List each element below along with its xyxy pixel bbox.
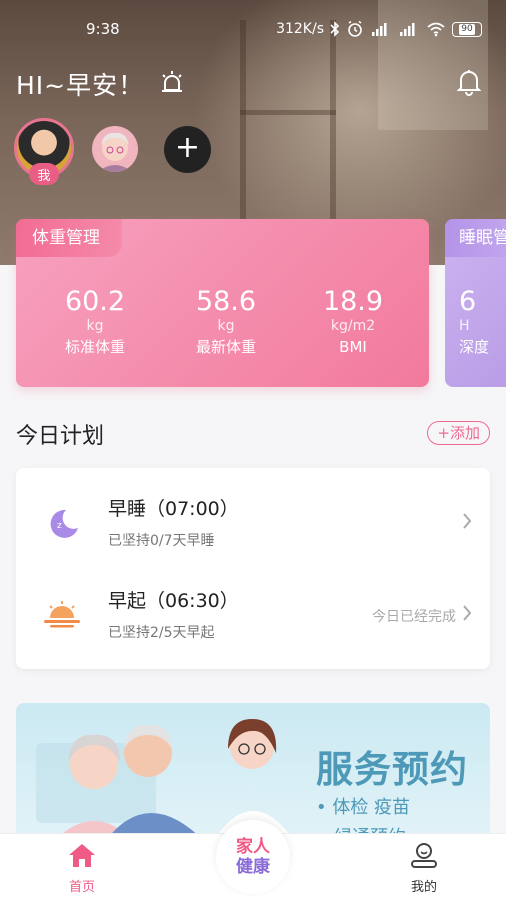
banner-title: 服务预约 (316, 748, 468, 791)
metric-bmi: 18.9 kg/m2 BMI (298, 287, 408, 359)
me-badge: 我 (29, 163, 59, 185)
metric-value: 6 (459, 286, 477, 317)
greeting-text: HI~早安！ (16, 71, 145, 100)
network-speed: 312K/s (276, 21, 324, 37)
plan-status: 今日已经完成 (372, 609, 456, 625)
battery-level: 90 (459, 23, 475, 35)
tab-mine-label: 我的 (410, 880, 437, 895)
metric-label: 标准体重 (64, 338, 125, 356)
bluetooth-icon (330, 21, 340, 37)
metric-value: 58.6 (195, 286, 257, 317)
metric-sleep-deep: 6 H 深度 (459, 287, 506, 359)
weight-management-card[interactable]: 体重管理 60.2 kg 标准体重 58.6 kg 最新体重 18.9 kg/m… (16, 219, 429, 387)
metric-unit: H (459, 318, 470, 334)
signal-icon-2 (400, 23, 415, 36)
metric-unit: kg (217, 318, 235, 334)
plan-title: 早起（06:30） (108, 590, 239, 612)
plus-icon: + (437, 424, 450, 442)
family-health-button[interactable]: 家人 健康 (216, 820, 290, 894)
elder-avatar-icon (98, 132, 132, 172)
signal-icon (372, 23, 387, 36)
sunrise-icon (44, 601, 80, 628)
metric-label: 最新体重 (195, 338, 256, 356)
tab-home[interactable]: 首页 (42, 842, 122, 895)
status-bar: 9:38 312K/s 90 (0, 18, 506, 42)
status-time: 9:38 (86, 20, 120, 38)
metric-unit: kg/m2 (330, 318, 376, 334)
alarm-siren-icon[interactable] (158, 68, 186, 96)
metric-latest-weight: 58.6 kg 最新体重 (171, 287, 281, 359)
plan-item-early-rise[interactable]: 早起（06:30） 已坚持2/5天早起 今日已经完成 (16, 560, 490, 650)
moon-icon: z (50, 509, 78, 538)
metric-standard-weight: 60.2 kg 标准体重 (40, 287, 150, 359)
metric-label: 深度 (459, 338, 490, 356)
background-decor (240, 110, 336, 115)
plan-list-card: z 早睡（07:00） 已坚持0/7天早睡 早起（06:30） 已坚持2/5天早… (16, 468, 490, 669)
metric-value: 18.9 (322, 286, 384, 317)
battery-icon: 90 (452, 21, 482, 37)
sleep-management-card[interactable]: 睡眠管 6 H 深度 (445, 219, 506, 387)
center-label-line2: 健康 (236, 857, 270, 877)
sleep-card-title: 睡眠管 (445, 219, 506, 257)
add-plan-label: 添加 (449, 424, 480, 442)
center-label-line1: 家人 (236, 837, 270, 857)
plan-item-early-sleep[interactable]: z 早睡（07:00） 已坚持0/7天早睡 (16, 468, 490, 558)
alarm-clock-icon (348, 20, 362, 37)
plan-title: 早睡（07:00） (108, 498, 239, 520)
banner-item: • 体检 疫苗 (316, 797, 411, 818)
profile-icon (411, 843, 437, 868)
wifi-icon (427, 22, 445, 37)
plan-progress: 已坚持2/5天早起 (108, 625, 215, 641)
home-icon (69, 844, 95, 867)
plan-progress: 已坚持0/7天早睡 (108, 533, 215, 549)
metric-label: BMI (339, 338, 367, 356)
chevron-right-icon (463, 605, 472, 621)
tab-home-label: 首页 (68, 880, 95, 895)
today-plan-title: 今日计划 (16, 424, 105, 449)
add-plan-button[interactable]: +添加 (427, 421, 490, 445)
avatar-family-member[interactable] (92, 126, 138, 172)
notification-bell-icon[interactable] (456, 68, 482, 96)
weight-card-title: 体重管理 (16, 219, 122, 257)
tab-mine[interactable]: 我的 (384, 842, 464, 895)
metric-value: 60.2 (64, 286, 126, 317)
metric-unit: kg (86, 318, 104, 334)
chevron-right-icon (463, 513, 472, 529)
svg-text:z: z (57, 521, 62, 531)
add-family-button[interactable]: + (164, 126, 211, 173)
